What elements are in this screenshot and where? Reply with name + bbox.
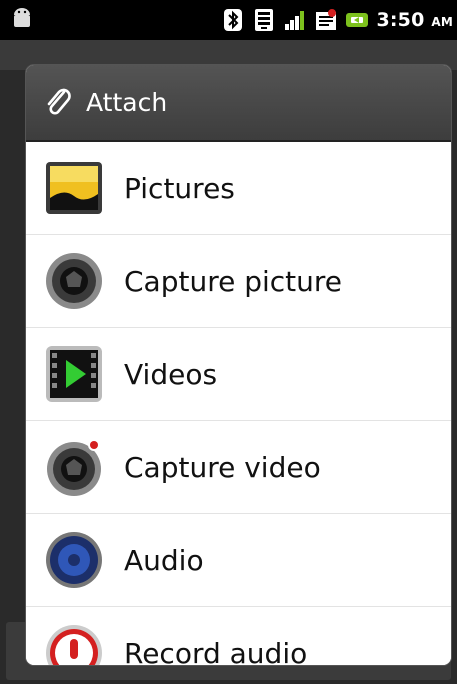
speaker-icon bbox=[44, 530, 104, 590]
camera-icon bbox=[44, 251, 104, 311]
microphone-icon bbox=[44, 623, 104, 665]
sms-icon bbox=[314, 8, 338, 32]
option-audio[interactable]: Audio bbox=[26, 514, 451, 607]
option-capture-video[interactable]: Capture video bbox=[26, 421, 451, 514]
option-label: Record audio bbox=[124, 636, 308, 666]
wifi-icon bbox=[252, 8, 276, 32]
bluetooth-icon bbox=[221, 8, 245, 32]
option-label: Videos bbox=[124, 357, 218, 391]
option-capture-picture[interactable]: Capture picture bbox=[26, 235, 451, 328]
attach-dialog: Attach Pictures Capture picture Videos C… bbox=[26, 65, 451, 665]
option-label: Pictures bbox=[124, 171, 235, 205]
attach-options-list: Pictures Capture picture Videos Capture … bbox=[26, 142, 451, 665]
signal-icon bbox=[283, 8, 307, 32]
option-pictures[interactable]: Pictures bbox=[26, 142, 451, 235]
dialog-title-bar: Attach bbox=[26, 65, 451, 142]
status-time: 3:50 AM bbox=[376, 9, 453, 31]
camcorder-icon bbox=[44, 437, 104, 497]
option-label: Audio bbox=[124, 543, 204, 577]
option-label: Capture picture bbox=[124, 264, 343, 298]
option-label: Capture video bbox=[124, 450, 321, 484]
option-videos[interactable]: Videos bbox=[26, 328, 451, 421]
pictures-icon bbox=[44, 158, 104, 218]
paperclip-icon bbox=[44, 86, 74, 120]
video-play-icon bbox=[44, 344, 104, 404]
dialog-title: Attach bbox=[86, 88, 168, 117]
battery-icon bbox=[345, 8, 369, 32]
status-bar: 3:50 AM bbox=[0, 0, 457, 40]
option-record-audio[interactable]: Record audio bbox=[26, 607, 451, 665]
android-icon bbox=[10, 7, 34, 31]
